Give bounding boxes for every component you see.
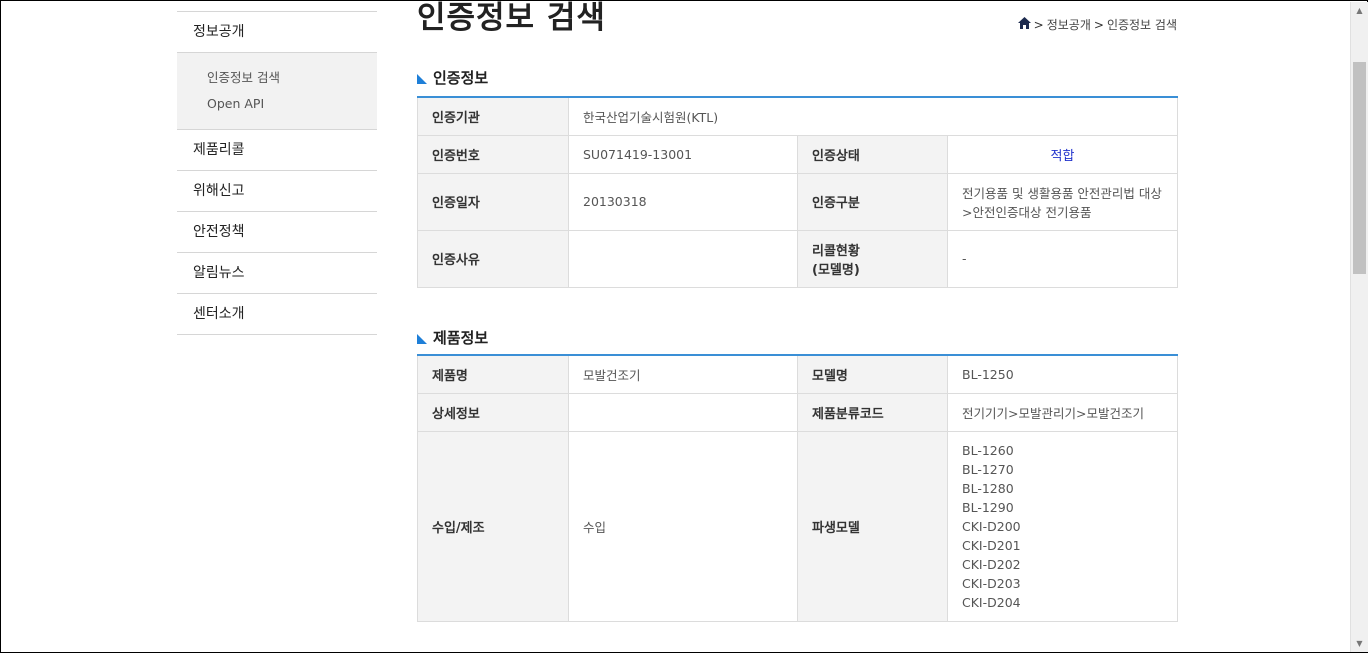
derived-model-item: CKI-D204 — [962, 594, 1021, 610]
sidebar-item-about-center[interactable]: 센터소개 — [177, 294, 377, 335]
home-icon[interactable] — [1017, 17, 1031, 32]
cert-reason-label: 인증사유 — [417, 229, 569, 288]
derived-model-item: BL-1280 — [962, 480, 1014, 496]
cert-type-label: 인증구분 — [797, 172, 948, 231]
derived-model-item: CKI-D203 — [962, 575, 1021, 591]
detail-info-label: 상세정보 — [417, 392, 569, 432]
table-row: 수입/제조 수입 파생모델 BL-1260 BL-1270 BL-1280 BL… — [417, 430, 1178, 622]
sidebar-item-info-disclosure[interactable]: 정보공개 — [177, 12, 377, 53]
table-row: 인증번호 SU071419-13001 인증상태 적합 — [417, 134, 1179, 174]
product-info-table: 제품명 모발건조기 모델명 BL-1250 상세정보 제품분류코드 전기기기>모… — [417, 354, 1178, 622]
cert-type-line: >안전인증대상 전기용품 — [962, 204, 1092, 220]
agency-value: 한국산업기술시험원(KTL) — [567, 96, 1179, 136]
table-row: 제품명 모발건조기 모델명 BL-1250 — [417, 354, 1178, 394]
breadcrumb-separator: > — [1093, 17, 1104, 32]
cert-date-value: 20130318 — [568, 172, 798, 231]
sidebar-item-news[interactable]: 알림뉴스 — [177, 253, 377, 294]
scroll-down-arrow-icon[interactable]: ▼ — [1351, 635, 1368, 652]
triangle-bullet-icon — [417, 333, 427, 344]
cert-type-value: 전기용품 및 생활용품 안전관리법 대상 >안전인증대상 전기용품 — [946, 172, 1179, 231]
breadcrumb-separator: > — [1033, 17, 1044, 32]
breadcrumb-item-current: 인증정보 검색 — [1106, 18, 1177, 32]
derived-model-item: CKI-D200 — [962, 518, 1021, 534]
sidebar-subitem-cert-search[interactable]: 인증정보 검색 — [207, 65, 377, 91]
recall-status-label: 리콜현황 (모델명) — [797, 229, 948, 288]
detail-info-value — [568, 392, 798, 432]
breadcrumb-item[interactable]: 정보공개 — [1047, 16, 1091, 33]
sidebar-nav: 정보공개 인증정보 검색 Open API 제품리콜 위해신고 안전정책 알림뉴… — [177, 11, 377, 335]
model-name-label: 모델명 — [797, 354, 948, 394]
vertical-scrollbar[interactable]: ▲ ▼ — [1350, 2, 1368, 652]
product-name-value: 모발건조기 — [568, 354, 798, 394]
derived-models-label: 파생모델 — [797, 430, 948, 622]
sidebar-subitem-open-api[interactable]: Open API — [207, 91, 377, 117]
breadcrumb: > 정보공개 > 인증정보 검색 — [1017, 16, 1177, 33]
cert-number-value: SU071419-13001 — [568, 134, 798, 174]
recall-label-line: (모델명) — [812, 262, 860, 278]
cert-heading-text: 인증정보 — [433, 69, 489, 87]
table-row: 인증일자 20130318 인증구분 전기용품 및 생활용품 안전관리법 대상 … — [417, 172, 1179, 231]
agency-label: 인증기관 — [417, 96, 569, 136]
table-row: 인증사유 리콜현황 (모델명) - — [417, 229, 1179, 288]
scrollbar-thumb[interactable] — [1353, 62, 1366, 274]
product-heading-text: 제품정보 — [433, 329, 489, 347]
sidebar-submenu: 인증정보 검색 Open API — [177, 53, 377, 130]
cert-status-label: 인증상태 — [797, 134, 948, 174]
cert-status-value: 적합 — [946, 134, 1179, 174]
sidebar-item-safety-policy[interactable]: 안전정책 — [177, 212, 377, 253]
import-manufacture-value: 수입 — [568, 430, 798, 622]
model-name-value: BL-1250 — [947, 354, 1178, 394]
cert-reason-value — [568, 229, 798, 288]
product-class-value: 전기기기>모발관리기>모발건조기 — [947, 392, 1178, 432]
cert-section-heading: 인증정보 — [417, 67, 488, 88]
sidebar-item-product-recall[interactable]: 제품리콜 — [177, 130, 377, 171]
derived-model-item: BL-1290 — [962, 499, 1014, 515]
recall-label-line: 리콜현황 — [812, 243, 860, 259]
cert-type-line: 전기용품 및 생활용품 안전관리법 대상 — [962, 185, 1162, 201]
product-name-label: 제품명 — [417, 354, 569, 394]
derived-model-item: CKI-D202 — [962, 556, 1021, 572]
cert-number-label: 인증번호 — [417, 134, 569, 174]
product-section-heading: 제품정보 — [417, 327, 488, 348]
table-row: 인증기관 한국산업기술시험원(KTL) — [417, 96, 1179, 136]
derived-model-item: BL-1260 — [962, 442, 1014, 458]
table-row: 상세정보 제품분류코드 전기기기>모발관리기>모발건조기 — [417, 392, 1178, 432]
derived-model-item: CKI-D201 — [962, 537, 1021, 553]
sidebar-item-hazard-report[interactable]: 위해신고 — [177, 171, 377, 212]
recall-status-value: - — [946, 229, 1179, 288]
import-manufacture-label: 수입/제조 — [417, 430, 569, 622]
cert-info-table: 인증기관 한국산업기술시험원(KTL) 인증번호 SU071419-13001 … — [417, 96, 1179, 288]
triangle-bullet-icon — [417, 73, 427, 84]
derived-models-list: BL-1260 BL-1270 BL-1280 BL-1290 CKI-D200… — [947, 430, 1178, 622]
cert-date-label: 인증일자 — [417, 172, 569, 231]
derived-model-item: BL-1270 — [962, 461, 1014, 477]
page-title: 인증정보 검색 — [417, 0, 606, 36]
product-class-label: 제품분류코드 — [797, 392, 948, 432]
scroll-up-arrow-icon[interactable]: ▲ — [1351, 2, 1368, 19]
